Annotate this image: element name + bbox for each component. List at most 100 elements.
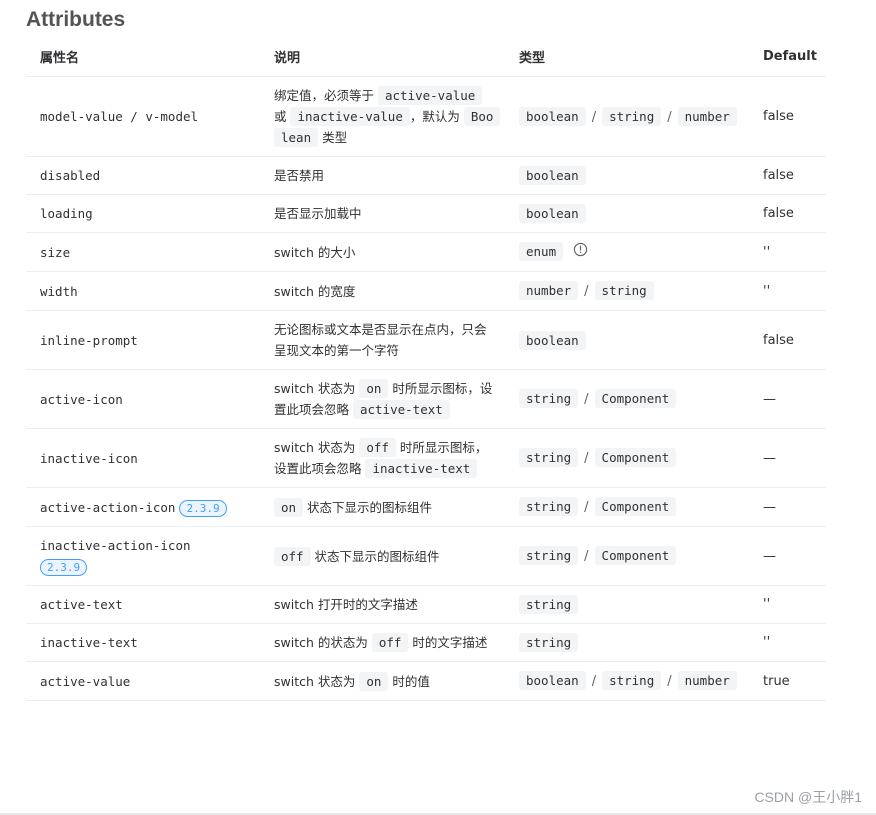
desc-text: 是否禁用: [274, 168, 325, 183]
attr-name-cell: active-action-icon 2.3.9: [26, 487, 260, 527]
attr-default: '': [751, 232, 826, 272]
attr-desc-cell: on 状态下显示的图标组件: [260, 487, 505, 527]
header-default: Default: [751, 36, 826, 77]
attr-desc-cell: 绑定值，必须等于 active-value 或 inactive-value ，默…: [260, 76, 505, 157]
type-chip: boolean: [519, 330, 586, 350]
desc-text: switch 的大小: [274, 244, 356, 260]
desc-code: off: [359, 438, 396, 457]
type-chip: boolean: [519, 106, 586, 126]
type-separator: /: [584, 392, 589, 407]
attr-name-cell: inactive-text: [26, 623, 260, 662]
desc-text: switch 状态为: [274, 673, 360, 689]
attr-type-cell: boolean: [505, 310, 751, 370]
table-row: size switch 的大小 enum '': [26, 232, 826, 272]
attr-type-cell: string / Component: [505, 526, 751, 586]
attr-name-cell: disabled: [26, 156, 260, 195]
attributes-table: 属性名 说明 类型 Default model-value / v-model 绑…: [26, 36, 826, 701]
attr-default: '': [751, 271, 826, 311]
type-chip: string: [519, 546, 579, 565]
desc-code: on: [359, 671, 389, 691]
table-row: loading 是否显示加载中 boolean false: [26, 194, 826, 233]
type-chip: enum: [519, 242, 564, 261]
version-badge: 2.3.9: [179, 499, 227, 517]
attr-name-cell: active-icon: [26, 369, 260, 429]
attr-default: true: [751, 661, 826, 701]
attr-name: active-action-icon: [40, 499, 176, 515]
attr-type-cell: boolean: [505, 156, 751, 195]
desc-text: 或: [274, 109, 291, 124]
desc-code: inactive-value: [290, 107, 410, 126]
attr-default: false: [751, 156, 826, 195]
attr-default: —: [751, 487, 826, 527]
attr-name: disabled: [40, 168, 101, 183]
type-chip: boolean: [519, 166, 586, 185]
table-row: inactive-text switch 的状态为 off 时的文字描述 strin…: [26, 623, 826, 662]
desc-text: 无论图标或文本是否显示在点内，只会呈现文本的第一个字符: [274, 322, 487, 358]
attr-name-cell: loading: [26, 194, 260, 233]
type-chip: string: [519, 389, 579, 408]
type-chip: string: [594, 281, 654, 300]
attr-type-cell: boolean / string / number: [505, 76, 751, 157]
attr-name: active-value: [40, 673, 131, 689]
type-chip: string: [519, 497, 579, 516]
attr-type-cell: enum: [505, 232, 751, 272]
attr-name-cell: active-value: [26, 661, 260, 701]
attr-default: '': [751, 623, 826, 662]
attr-default: '': [751, 585, 826, 624]
attr-type-cell: string: [505, 585, 751, 624]
type-chip: Component: [594, 389, 677, 408]
attr-name: inline-prompt: [40, 332, 138, 348]
desc-text: ，默认为: [409, 109, 464, 124]
table-row: active-text switch 打开时的文字描述 string '': [26, 585, 826, 624]
type-chip: string: [602, 671, 662, 690]
type-chip: string: [602, 106, 662, 126]
type-chip: number: [519, 281, 579, 300]
table-row: model-value / v-model 绑定值，必须等于 active-val…: [26, 76, 826, 157]
desc-code: on: [359, 379, 389, 398]
attr-name: inactive-icon: [40, 450, 138, 466]
type-separator: /: [667, 674, 672, 689]
desc-code: active-value: [377, 86, 483, 105]
desc-text: switch 状态为: [274, 381, 360, 396]
attr-name: active-text: [40, 597, 123, 612]
attr-desc-cell: switch 状态为 on 时的值: [260, 661, 505, 701]
attr-desc-cell: switch 打开时的文字描述: [260, 585, 505, 624]
page-title: Attributes: [26, 8, 126, 31]
desc-text: switch 状态为: [274, 440, 360, 455]
attr-name: loading: [40, 206, 93, 221]
table-row: width switch 的宽度 number / string '': [26, 271, 826, 311]
type-separator: /: [584, 549, 589, 564]
table-row: inactive-action-icon 2.3.9 off 状态下显示的图标组件 s…: [26, 526, 826, 586]
attr-name-cell: active-text: [26, 585, 260, 624]
type-chip: boolean: [519, 204, 586, 223]
info-circle-icon[interactable]: [573, 242, 588, 263]
desc-code: on: [274, 497, 304, 517]
attr-name-cell: inactive-icon: [26, 428, 260, 488]
attr-type-cell: string / Component: [505, 369, 751, 429]
table-header-row: 属性名 说明 类型 Default: [26, 36, 826, 77]
desc-text: switch 的状态为: [274, 635, 372, 650]
desc-text: 状态下显示的图标组件: [310, 548, 440, 564]
attr-desc-cell: switch 的大小: [260, 232, 505, 272]
type-chip: Component: [594, 546, 677, 565]
desc-text: 绑定值，必须等于: [274, 88, 378, 103]
type-chip: string: [519, 633, 579, 652]
attr-name-cell: width: [26, 271, 260, 311]
attr-type-cell: string / Component: [505, 428, 751, 488]
attr-desc-cell: 无论图标或文本是否显示在点内，只会呈现文本的第一个字符: [260, 310, 505, 370]
attr-name: active-icon: [40, 391, 123, 407]
attr-desc-cell: 是否显示加载中: [260, 194, 505, 233]
attr-name-cell: inactive-action-icon 2.3.9: [26, 526, 260, 586]
attr-default: false: [751, 76, 826, 157]
type-chip: number: [677, 671, 737, 690]
attr-desc-cell: switch 状态为 off 时所显示图标，设置此项会忽略 inactive-t…: [260, 428, 505, 488]
type-separator: /: [667, 109, 672, 125]
desc-text: 状态下显示的图标组件: [303, 499, 433, 515]
watermark: CSDN @王小胖1: [754, 789, 862, 805]
table-row: active-value switch 状态为 on 时的值 boolean / str…: [26, 661, 826, 701]
type-chip: number: [677, 106, 737, 126]
table-row: active-action-icon 2.3.9 on 状态下显示的图标组件 stri…: [26, 487, 826, 527]
attr-default: false: [751, 310, 826, 370]
type-chip: string: [519, 595, 579, 614]
header-type: 类型: [505, 36, 751, 77]
